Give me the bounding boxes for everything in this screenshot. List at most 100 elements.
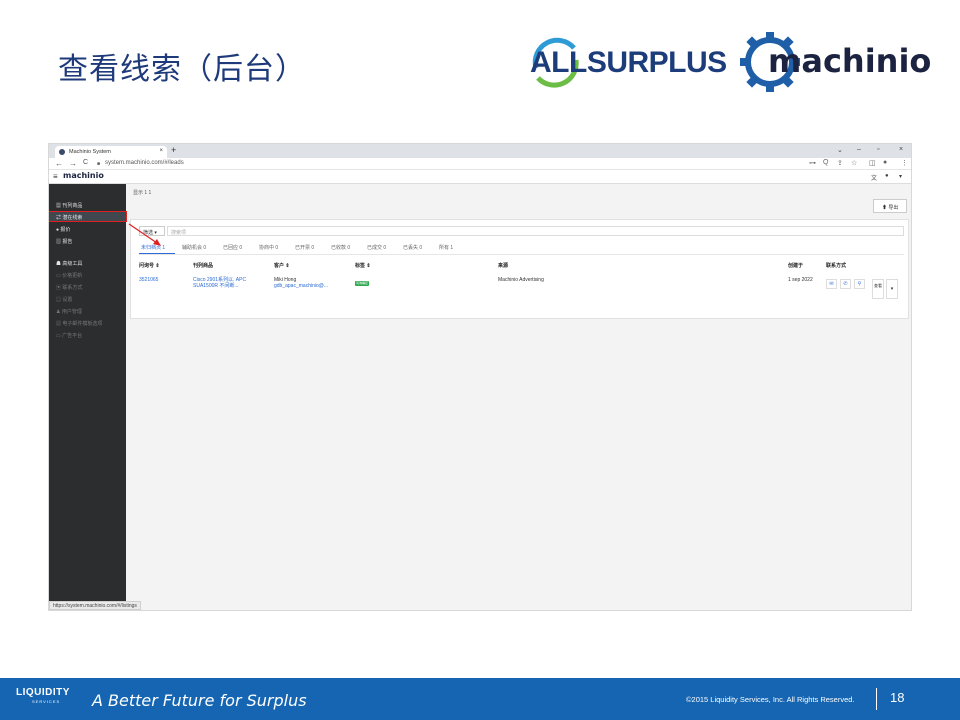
footer-tagline: A Better Future for Surplus [92, 691, 307, 710]
customer-email-link[interactable]: gdb_apac_machinio@... [274, 283, 328, 289]
tab-label: 已回应 [223, 245, 239, 251]
tab-count: 0 [383, 245, 387, 251]
tab-count: 0 [347, 245, 351, 251]
key-icon[interactable]: ⊶ [809, 159, 816, 167]
window-close-button[interactable]: × [899, 146, 903, 153]
tab-label: 已丢失 [403, 245, 419, 251]
browser-tab[interactable]: Machinio System × [55, 146, 167, 158]
sidebar-item-settings[interactable]: ▤ 设置 [49, 294, 126, 303]
minimize-button[interactable]: – [857, 146, 861, 153]
sidebar-item-label: 高级工具 [62, 261, 83, 267]
sidebar-item-users[interactable]: ♟ 用户管理 [49, 306, 126, 315]
back-icon[interactable]: ← [55, 159, 63, 168]
sidebar-item-quotes[interactable]: ● 报价 [49, 224, 126, 233]
column-header-label[interactable]: 标签 ⇕ [355, 262, 371, 269]
sidepanel-icon[interactable]: ◫ [869, 159, 876, 167]
page-number: 18 [890, 690, 905, 705]
browser-menu-icon[interactable]: ⋮ [901, 159, 908, 167]
export-button[interactable]: ⬆ 导出 [873, 199, 907, 213]
email-icon[interactable]: ✉ [826, 279, 837, 289]
tab-closed[interactable]: 已成交 0 [367, 244, 386, 251]
column-header-id[interactable]: 问询号 ⇕ [139, 262, 160, 269]
sidebar-item-email-templates[interactable]: ▧ 电子邮件模板选项 [49, 318, 126, 327]
app-header: ≡ machinio 文 ● ▾ [49, 170, 911, 184]
footer: LIQUIDITY SERVICES A Better Future for S… [0, 678, 960, 720]
sidebar-item-listings[interactable]: ▦ 刊列商品 [49, 200, 126, 209]
column-header-customer[interactable]: 客户 ⇕ [274, 262, 290, 269]
quotes-icon: ● [56, 227, 60, 233]
slide-title: 查看线索（后台） [58, 52, 306, 87]
email-template-icon: ▧ [56, 321, 62, 327]
filter-label: 筛选 [143, 230, 154, 236]
liquidity-sub: SERVICES [32, 699, 61, 704]
account-icon[interactable]: ● [885, 173, 889, 179]
tab-count: 0 [239, 245, 243, 251]
product-link-line2[interactable]: SUA1500R 不间断... [193, 283, 239, 289]
sidebar-item-price-update[interactable]: ▭ 价格更新 [49, 270, 126, 279]
sidebar-item-leads[interactable]: ⇄ 潜在线索 [49, 211, 127, 222]
column-header-product: 刊列商品 [193, 263, 214, 269]
tabs-divider [139, 254, 904, 255]
column-header-created: 创建于 [788, 263, 804, 269]
close-tab-icon[interactable]: × [159, 148, 163, 154]
tab-count: 0 [419, 245, 423, 251]
forward-icon[interactable]: → [69, 159, 77, 168]
sidebar-item-label: 用户管理 [61, 309, 82, 315]
tab-paid[interactable]: 已收款 0 [331, 244, 350, 251]
sidebar-item-label: 价格更新 [62, 273, 83, 279]
tab-label: 辅助机会 [182, 245, 203, 251]
profile-icon[interactable]: ● [883, 159, 887, 166]
url-field[interactable]: system.machinio.com/#/leads [105, 160, 184, 166]
lead-id-link[interactable]: 3521065 [139, 277, 158, 283]
column-header-contact: 联系方式 [826, 263, 847, 269]
row-dropdown-button[interactable]: ▾ [886, 279, 898, 299]
reports-icon: ▥ [56, 239, 62, 245]
view-button[interactable]: 查看 [872, 279, 884, 299]
filter-dropdown[interactable]: 筛选 ▾ [139, 226, 165, 236]
sidebar: ▦ 刊列商品 ⇄ 潜在线索 ● 报价 ▥ 报告 ☗ 高级工具 ▭ 价格更新 ▣ … [49, 184, 127, 602]
share-icon[interactable]: ⇪ [837, 159, 843, 167]
sidebar-item-label: 刊列商品 [62, 203, 83, 209]
phone-icon[interactable]: ✆ [840, 279, 851, 289]
leads-icon: ⇄ [56, 215, 62, 221]
address-bar: ← → C ■ system.machinio.com/#/leads ⊶ Q … [49, 158, 911, 170]
sidebar-item-contacts[interactable]: ▣ 联系方式 [49, 282, 126, 291]
search-input[interactable]: 搜索项 [167, 226, 904, 236]
sidebar-item-label: 潜在线索 [62, 215, 83, 221]
translate-icon[interactable]: 文 [871, 173, 877, 182]
tab-invoiced[interactable]: 已开票 0 [295, 244, 314, 251]
sidebar-item-label: 联系方式 [62, 285, 83, 291]
main-content: 显示 1 1 ⬆ 导出 筛选 ▾ 搜索项 未归档页 1 辅助机会 0 已回应 0… [130, 188, 909, 319]
tab-negotiating[interactable]: 协商中 0 [259, 244, 278, 251]
tab-open[interactable]: 未归档页 1 [141, 244, 165, 251]
sidebar-item-label: 设置 [62, 297, 73, 303]
reload-icon[interactable]: C [83, 159, 88, 166]
zoom-icon[interactable]: Q [823, 159, 828, 166]
bookmark-star-icon[interactable]: ☆ [851, 159, 857, 167]
tab-label: 已成交 [367, 245, 383, 251]
sidebar-item-advanced-tools[interactable]: ☗ 高级工具 [49, 258, 126, 267]
tab-label: 未归档页 [141, 245, 162, 251]
machinio-logo: machinio [740, 30, 931, 94]
sidebar-item-label: 报价 [60, 227, 71, 233]
location-pin-icon[interactable]: ⚲ [854, 279, 865, 289]
active-tab-underline [139, 253, 175, 254]
slide: 查看线索（后台） ALLSURPLUS machinio Machinio Sy… [0, 0, 960, 720]
tab-search-icon[interactable]: ⌄ [837, 146, 843, 154]
sidebar-item-label: 电子邮件模板选项 [62, 321, 103, 327]
maximize-button[interactable]: ▫ [877, 146, 879, 153]
app-logo[interactable]: machinio [63, 171, 104, 180]
new-tab-button[interactable]: + [171, 145, 176, 155]
tab-assisted[interactable]: 辅助机会 0 [182, 244, 206, 251]
hamburger-menu-icon[interactable]: ≡ [53, 172, 58, 181]
tab-lost[interactable]: 已丢失 0 [403, 244, 422, 251]
allsurplus-wordmark: ALLSURPLUS [530, 46, 727, 79]
tab-count: 1 [162, 245, 166, 251]
account-dropdown-icon[interactable]: ▾ [899, 173, 902, 180]
sidebar-item-reports[interactable]: ▥ 报告 [49, 236, 126, 245]
tab-responded[interactable]: 已回应 0 [223, 244, 242, 251]
sidebar-item-ad-platform[interactable]: ▭ 广告平台 [49, 330, 126, 339]
tab-label: 所有 [439, 245, 450, 251]
settings-icon: ▤ [56, 297, 62, 303]
tab-all[interactable]: 所有 1 [439, 244, 453, 251]
